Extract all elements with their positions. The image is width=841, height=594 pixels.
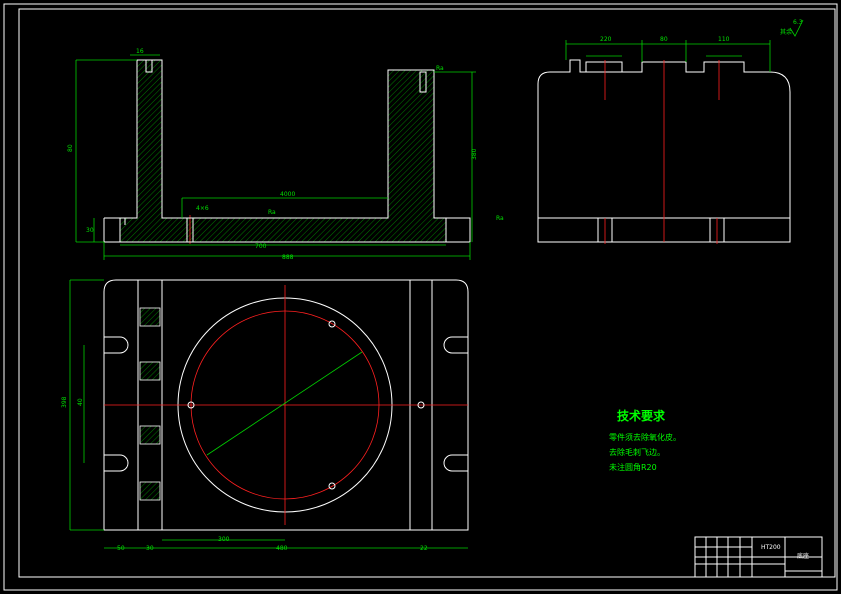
surface-finish-value: 6.3 bbox=[793, 19, 803, 26]
front-view: 80 380 30 4000 700 888 16 4×6 Ra Ra Ra bbox=[67, 48, 504, 261]
dim-front-height-left: 80 bbox=[67, 144, 74, 152]
tech-notes: 技术要求 零件须去除氧化皮。 去除毛刺飞边。 未注圆角R20 bbox=[609, 408, 681, 472]
plan-view: 398 40 50 30 300 480 22 bbox=[61, 279, 469, 552]
dim-side-c: 110 bbox=[718, 36, 730, 43]
dim-front-inner-width: 4000 bbox=[280, 191, 295, 198]
dim-front-overall-width: 888 bbox=[282, 254, 294, 261]
dim-front-label-left: 4×6 bbox=[196, 205, 209, 212]
dim-plan-inner-height: 40 bbox=[77, 398, 84, 406]
tech-note-3: 未注圆角R20 bbox=[609, 462, 657, 472]
dim-plan-bottom-c: 300 bbox=[218, 536, 230, 543]
dim-plan-bottom-a: 50 bbox=[117, 545, 125, 552]
dim-front-height-base: 30 bbox=[86, 227, 94, 234]
dim-side-b: 80 bbox=[660, 36, 668, 43]
tech-note-2: 去除毛刺飞边。 bbox=[609, 447, 665, 457]
dim-front-height-right: 380 bbox=[471, 148, 478, 160]
dim-plan-bottom-d: 480 bbox=[276, 545, 288, 552]
dim-plan-bottom-b: 30 bbox=[146, 545, 154, 552]
cad-drawing: 80 380 30 4000 700 888 16 4×6 Ra Ra Ra 2… bbox=[3, 3, 838, 591]
dim-front-slot: 16 bbox=[136, 48, 144, 55]
surface-finish-label: 其余 bbox=[780, 28, 792, 36]
front-surface-mark: Ra bbox=[268, 209, 276, 216]
dim-front-total-width: 700 bbox=[255, 243, 267, 250]
title-block-name: 底座 bbox=[797, 552, 809, 560]
title-block-material: HT200 bbox=[761, 544, 781, 551]
dim-plan-bottom-e: 22 bbox=[420, 545, 428, 552]
dim-side-a: 220 bbox=[600, 36, 612, 43]
front-surface-mark-right: Ra bbox=[436, 65, 444, 72]
tech-notes-title: 技术要求 bbox=[617, 408, 666, 423]
front-surface-mark-side: Ra bbox=[496, 215, 504, 222]
title-block: HT200 底座 bbox=[694, 536, 823, 578]
side-view: 220 80 110 其余 6.3 bbox=[537, 19, 804, 244]
tech-note-1: 零件须去除氧化皮。 bbox=[609, 432, 681, 442]
dim-plan-height: 398 bbox=[61, 396, 68, 408]
front-section-body bbox=[119, 59, 447, 243]
